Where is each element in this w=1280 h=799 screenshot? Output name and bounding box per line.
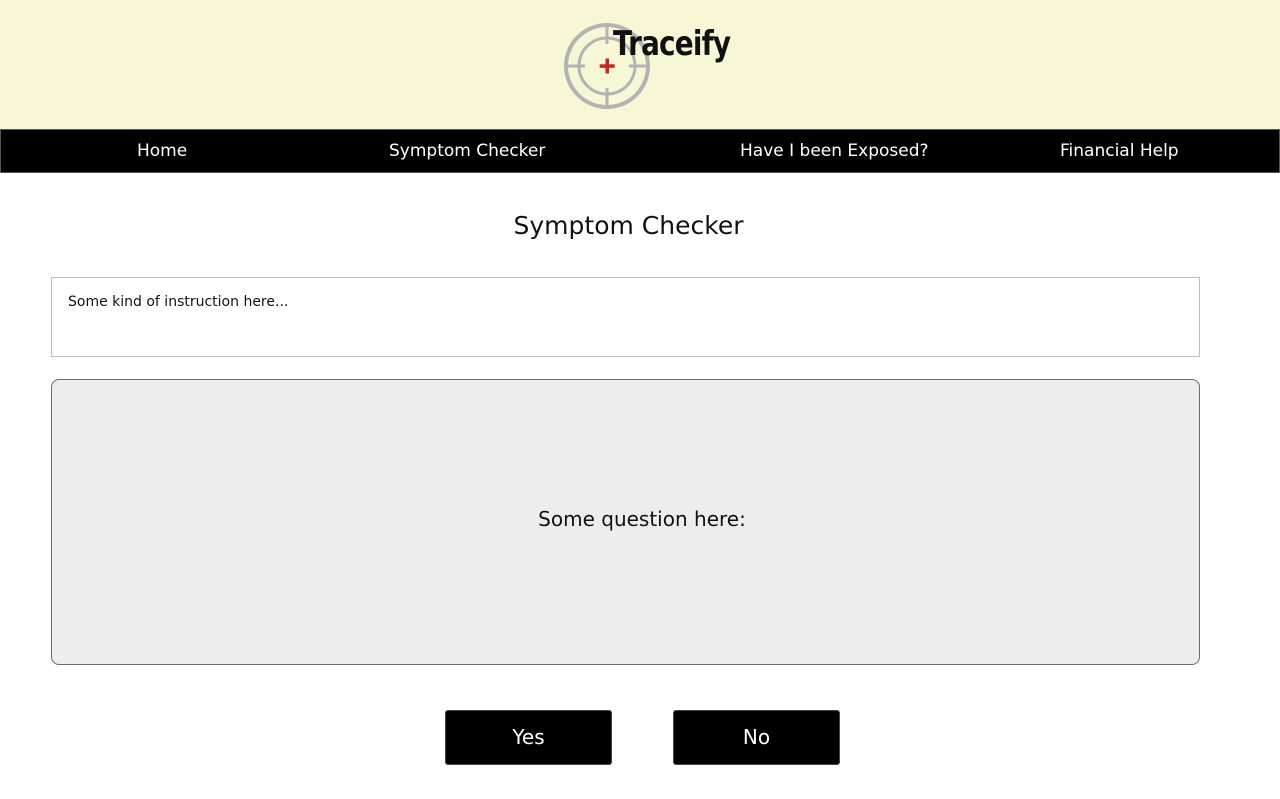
yes-button[interactable]: Yes	[445, 710, 612, 765]
nav-have-i-been-exposed[interactable]: Have I been Exposed?	[740, 130, 929, 172]
site-header: Traceify	[0, 0, 1280, 129]
page-title: Symptom Checker	[513, 211, 744, 240]
main-nav: Home Symptom Checker Have I been Exposed…	[0, 129, 1280, 173]
question-panel: Some question here:	[51, 379, 1200, 665]
no-button[interactable]: No	[673, 710, 840, 765]
instruction-text: Some kind of instruction here...	[68, 294, 289, 310]
nav-financial-help[interactable]: Financial Help	[1060, 130, 1179, 172]
question-text: Some question here:	[538, 507, 746, 531]
nav-symptom-checker[interactable]: Symptom Checker	[389, 130, 545, 172]
brand-name: Traceify	[613, 24, 731, 64]
instruction-box: Some kind of instruction here...	[51, 277, 1200, 357]
nav-home[interactable]: Home	[137, 130, 187, 172]
traceify-logo[interactable]: Traceify	[563, 20, 731, 112]
